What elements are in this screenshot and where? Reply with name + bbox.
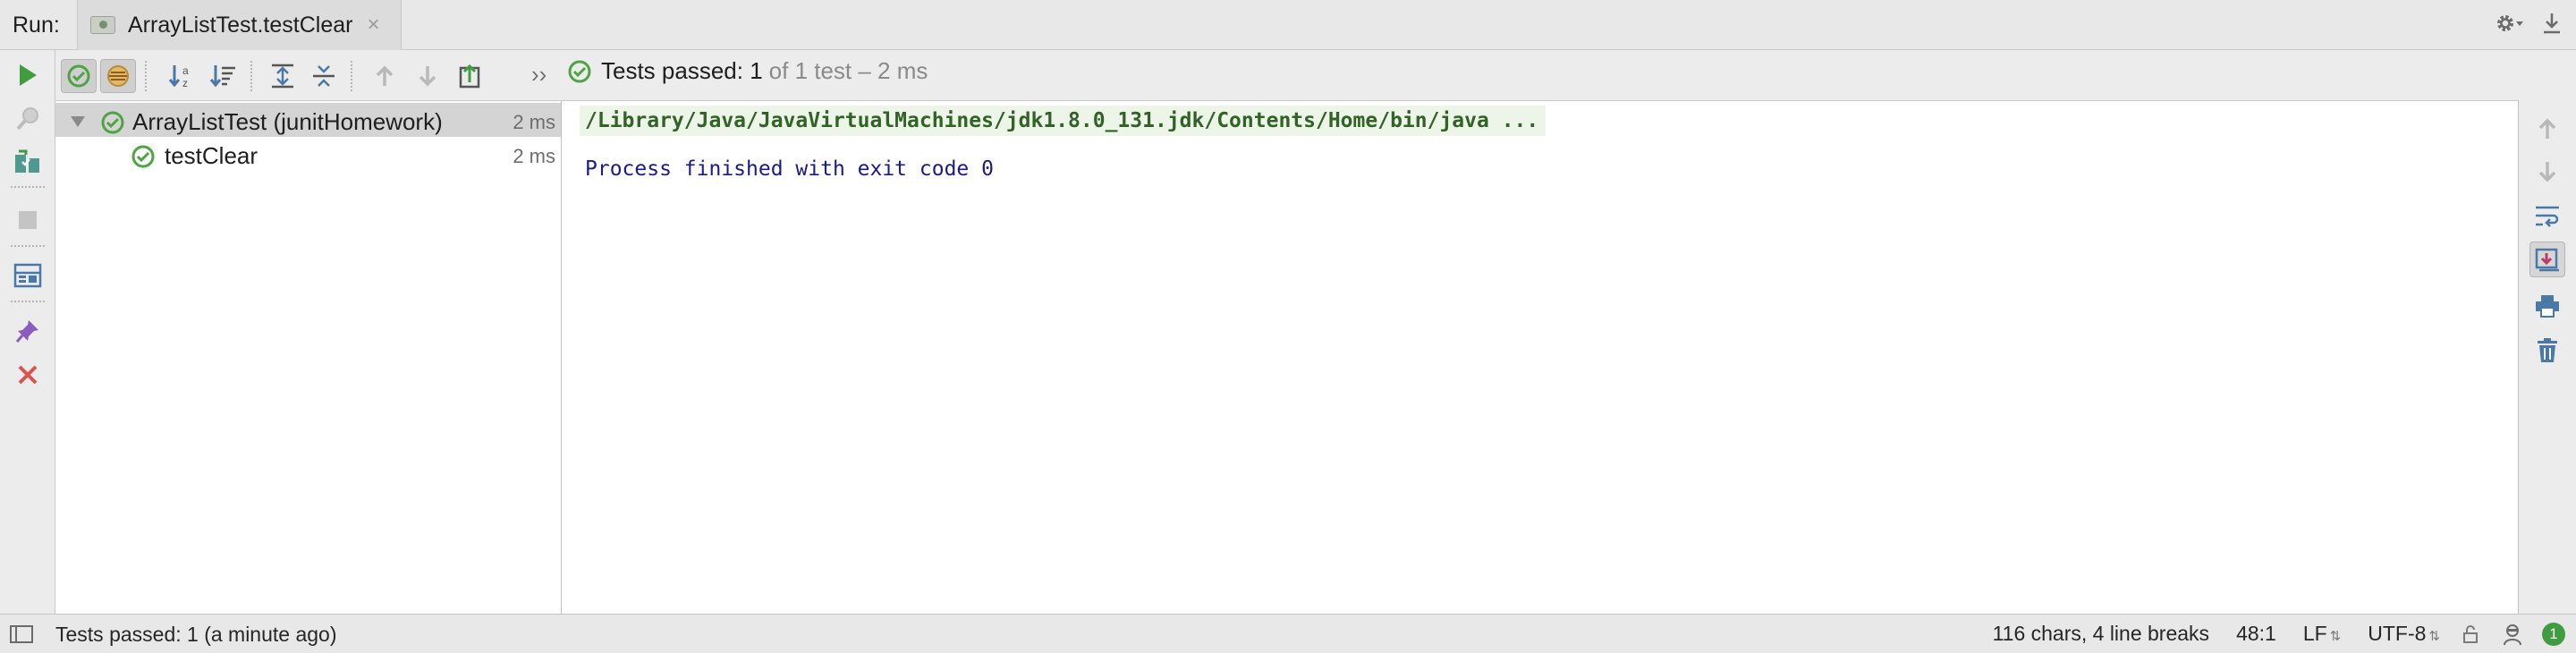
expand-all-icon [272, 64, 293, 89]
console-exit-message: Process finished with exit code 0 [585, 157, 994, 181]
close-icon [18, 365, 38, 385]
print-button[interactable] [2529, 288, 2565, 324]
scroll-up-button[interactable] [2529, 111, 2565, 147]
layout-icon [13, 263, 42, 288]
console-command-line[interactable]: /Library/Java/JavaVirtualMachines/jdk1.8… [580, 106, 1546, 136]
passed-check-icon [131, 145, 155, 168]
tests-passed-detail: of 1 test – 2 ms [768, 57, 928, 84]
soft-wrap-button[interactable] [2529, 199, 2565, 234]
rerun-failed-button[interactable] [12, 103, 44, 135]
test-results-tree: ArrayListTest (junitHomework) 2 ms testC… [55, 100, 562, 614]
passed-check-icon [67, 64, 90, 88]
inspector-icon[interactable] [2501, 623, 2524, 646]
passed-check-icon [568, 60, 591, 82]
settings-gear-icon[interactable] [2494, 11, 2524, 36]
test-runner-toolbar: a z ›› Tests passed: 1 of 1 test – 2 ms [55, 50, 2524, 100]
stop-icon [19, 211, 37, 229]
run-config-tab[interactable]: ArrayListTest.testClear × [77, 0, 402, 50]
ignored-tests-icon [107, 65, 129, 87]
tree-row-label: testClear [165, 142, 258, 169]
run-left-toolbar [0, 50, 55, 614]
tree-row-test-method[interactable]: testClear 2 ms [55, 137, 561, 171]
char-count: 116 chars, 4 line breaks [1992, 622, 2210, 645]
print-icon [2536, 295, 2559, 318]
stop-button[interactable] [12, 204, 44, 236]
updown-icon: ⇅ [2329, 629, 2342, 644]
arrow-up-icon [376, 65, 394, 86]
play-icon [20, 64, 37, 86]
run-label: Run: [13, 13, 60, 38]
arrow-down-icon [419, 66, 436, 87]
show-ignored-button[interactable] [100, 59, 136, 93]
export-results-button[interactable] [453, 59, 488, 93]
line-separator-value: LF [2302, 622, 2327, 645]
status-message[interactable]: Tests passed: 1 (a minute ago) [55, 623, 337, 647]
arrow-down-icon [2538, 162, 2556, 182]
console-output[interactable]: /Library/Java/JavaVirtualMachines/jdk1.8… [562, 100, 2519, 614]
sort-by-duration-button[interactable] [206, 59, 242, 93]
close-tab-icon[interactable]: × [367, 14, 379, 36]
encoding-widget[interactable]: UTF-8 ⇅ [2368, 622, 2440, 646]
scroll-to-end-button[interactable] [2529, 242, 2565, 277]
collapse-all-icon [313, 65, 335, 87]
passed-check-icon [101, 111, 124, 134]
collapse-all-button[interactable] [306, 59, 342, 93]
svg-text:a: a [182, 64, 189, 77]
trash-icon [2538, 338, 2557, 362]
run-config-tab-title: ArrayListTest.testClear [128, 12, 353, 38]
next-failed-button[interactable] [410, 59, 445, 93]
encoding-value: UTF-8 [2368, 622, 2427, 645]
updown-icon: ⇅ [2428, 629, 2440, 644]
rerun-failed-icon [16, 107, 38, 131]
lock-icon[interactable] [2462, 623, 2479, 645]
status-bar-widgets: 116 chars, 4 line breaks 48:1 LF ⇅ UTF-8 ⇅… [1966, 622, 2565, 646]
scroll-down-button[interactable] [2529, 154, 2565, 190]
tree-row-test-class[interactable]: ArrayListTest (junitHomework) 2 ms [55, 103, 561, 137]
scroll-to-end-icon [2535, 248, 2559, 272]
sort-alphabetically-button[interactable]: a z [165, 59, 200, 93]
expand-all-button[interactable] [265, 59, 301, 93]
notifications-badge[interactable]: 1 [2542, 622, 2565, 646]
arrow-up-icon [2538, 118, 2556, 139]
tree-row-duration: 2 ms [513, 145, 555, 167]
run-panel-header: Run: ArrayListTest.testClear × [0, 0, 2576, 50]
pin-tab-button[interactable] [12, 315, 44, 347]
auto-test-icon [15, 149, 39, 173]
toggle-auto-test-button[interactable] [12, 147, 44, 179]
status-bar: Tests passed: 1 (a minute ago) 116 chars… [0, 614, 2576, 653]
close-run-button[interactable] [12, 359, 44, 391]
rerun-button[interactable] [12, 59, 44, 91]
caret-position[interactable]: 48:1 [2236, 622, 2276, 646]
expand-arrow-icon[interactable] [70, 115, 86, 128]
tree-row-duration: 2 ms [513, 111, 555, 133]
sort-alpha-icon: a z [168, 64, 189, 89]
clear-all-button[interactable] [2529, 333, 2565, 369]
line-separator-widget[interactable]: LF ⇅ [2303, 622, 2341, 646]
test-status-summary: Tests passed: 1 of 1 test – 2 ms [567, 57, 928, 85]
console-right-toolbar [2519, 100, 2576, 614]
tree-row-label: ArrayListTest (junitHomework) [132, 108, 443, 135]
pin-icon [15, 320, 38, 343]
show-passed-button[interactable] [61, 59, 97, 93]
junit-config-icon [90, 16, 115, 34]
more-actions-chevrons[interactable]: ›› [531, 61, 547, 89]
tests-passed-label: Tests passed: 1 [601, 57, 763, 84]
sort-duration-icon [209, 65, 235, 88]
svg-text:z: z [182, 77, 188, 89]
previous-failed-button[interactable] [367, 59, 402, 93]
hide-panel-icon[interactable] [2540, 11, 2563, 36]
soft-wrap-icon [2536, 206, 2559, 227]
export-icon [459, 64, 480, 89]
tool-windows-icon[interactable] [9, 623, 34, 645]
header-actions [2494, 11, 2563, 36]
restore-layout-button[interactable] [12, 259, 44, 292]
